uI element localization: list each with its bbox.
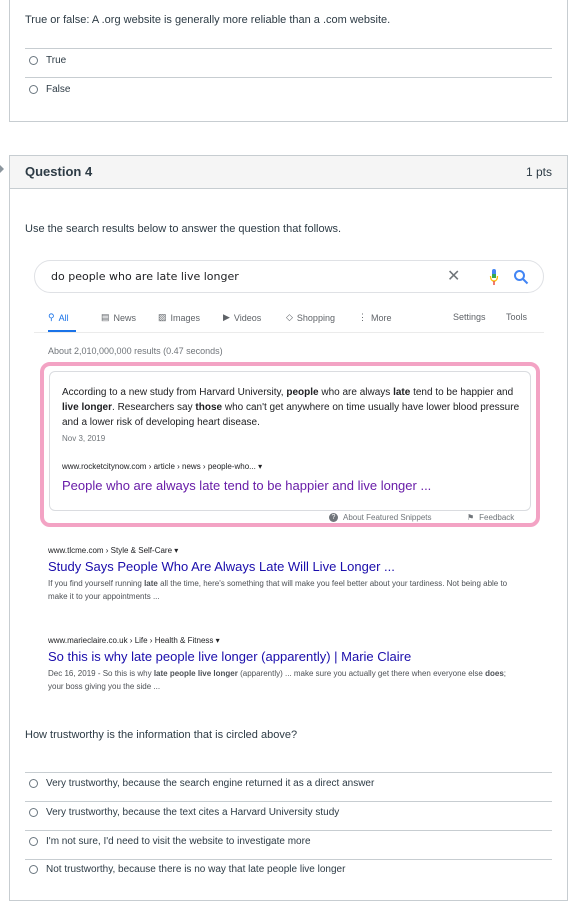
radio-button[interactable] [29, 865, 38, 874]
newspaper-icon: ▤ [101, 312, 110, 322]
microphone-icon [489, 269, 499, 285]
answer-divider [25, 859, 552, 860]
image-icon: ▨ [158, 312, 167, 322]
result-title: So this is why late people live longer (… [48, 649, 412, 664]
answer-divider [25, 77, 552, 78]
radio-button[interactable] [29, 85, 38, 94]
tab-settings: Settings [453, 312, 486, 322]
tag-icon: ◇ [286, 312, 293, 322]
tab-label: All [58, 312, 69, 323]
question-marker-caret-icon [0, 165, 4, 173]
question-4-card: Question 4 1 pts Use the search results … [9, 155, 568, 901]
tab-label: Tools [506, 312, 528, 322]
question-3-card: True or false: A .org website is general… [9, 0, 568, 122]
search-icon: ⚲ [48, 312, 55, 322]
result-url: www.marieclaire.co.uk › Life › Health & … [48, 636, 220, 645]
tab-label: Settings [453, 312, 486, 322]
answer-label: Very trustworthy, because the text cites… [46, 807, 340, 818]
tab-videos: ▶ Videos [223, 312, 261, 323]
search-result: www.marieclaire.co.uk › Life › Health & … [48, 636, 508, 693]
answer-divider [25, 48, 552, 49]
tab-label: More [371, 312, 392, 323]
tab-label: Images [170, 312, 201, 323]
question-3-text: True or false: A .org website is general… [25, 14, 391, 26]
question-prompt: How trustworthy is the information that … [25, 729, 298, 741]
radio-button[interactable] [29, 56, 38, 65]
radio-button[interactable] [29, 808, 38, 817]
tabs-divider [34, 332, 544, 333]
answer-label: I'm not sure, I'd need to visit the webs… [46, 836, 311, 847]
answer-option-false[interactable]: False [29, 84, 70, 95]
answer-label: Not trustworthy, because there is no way… [46, 864, 346, 875]
more-vert-icon: ⋮ [358, 312, 367, 322]
answer-label: True [46, 55, 67, 66]
answer-divider [25, 801, 552, 802]
question-header: Question 4 1 pts [10, 156, 567, 189]
tab-tools: Tools [506, 312, 527, 322]
tab-shopping: ◇ Shopping [286, 312, 335, 323]
tab-label: Shopping [296, 312, 335, 323]
radio-button[interactable] [29, 837, 38, 846]
result-snippet: If you find yourself running late all th… [48, 579, 508, 601]
search-tabs: ⚲ All ▤ News ▨ Images ▶ Videos ◇ Shoppin… [48, 312, 528, 328]
answer-option-3[interactable]: I'm not sure, I'd need to visit the webs… [29, 836, 311, 847]
answer-option-4[interactable]: Not trustworthy, because there is no way… [29, 864, 345, 875]
close-icon: ✕ [447, 268, 461, 285]
results-stats: About 2,010,000,000 results (0.47 second… [48, 346, 223, 356]
radio-button[interactable] [29, 779, 38, 788]
answer-option-true[interactable]: True [29, 55, 66, 66]
tab-images: ▨ Images [158, 312, 200, 323]
tab-label: News [113, 312, 137, 323]
answer-option-1[interactable]: Very trustworthy, because the search eng… [29, 778, 374, 789]
tab-news: ▤ News [101, 312, 136, 323]
tab-all: ⚲ All [48, 312, 69, 323]
answer-divider [25, 830, 552, 831]
answer-label: Very trustworthy, because the search eng… [46, 778, 375, 789]
highlight-circle [40, 362, 540, 527]
search-result: www.tlcme.com › Style & Self-Care ▾ Stud… [48, 546, 508, 603]
tab-more: ⋮ More [358, 312, 392, 323]
tab-label: Videos [233, 312, 262, 323]
result-title: Study Says People Who Are Always Late Wi… [48, 559, 395, 574]
answer-divider [25, 772, 552, 773]
search-query-text: do people who are late live longer [51, 270, 239, 283]
search-icon [514, 270, 529, 285]
answer-label: False [46, 84, 71, 95]
search-bar: do people who are late live longer ✕ [34, 260, 544, 293]
question-points: 1 pts [525, 165, 552, 179]
result-snippet: Dec 16, 2019 - So this is why late peopl… [48, 669, 507, 691]
result-url: www.tlcme.com › Style & Self-Care ▾ [48, 546, 179, 555]
question-title: Question 4 [25, 164, 93, 179]
answer-option-2[interactable]: Very trustworthy, because the text cites… [29, 807, 339, 818]
play-icon: ▶ [223, 312, 230, 322]
question-instructions: Use the search results below to answer t… [25, 223, 342, 235]
